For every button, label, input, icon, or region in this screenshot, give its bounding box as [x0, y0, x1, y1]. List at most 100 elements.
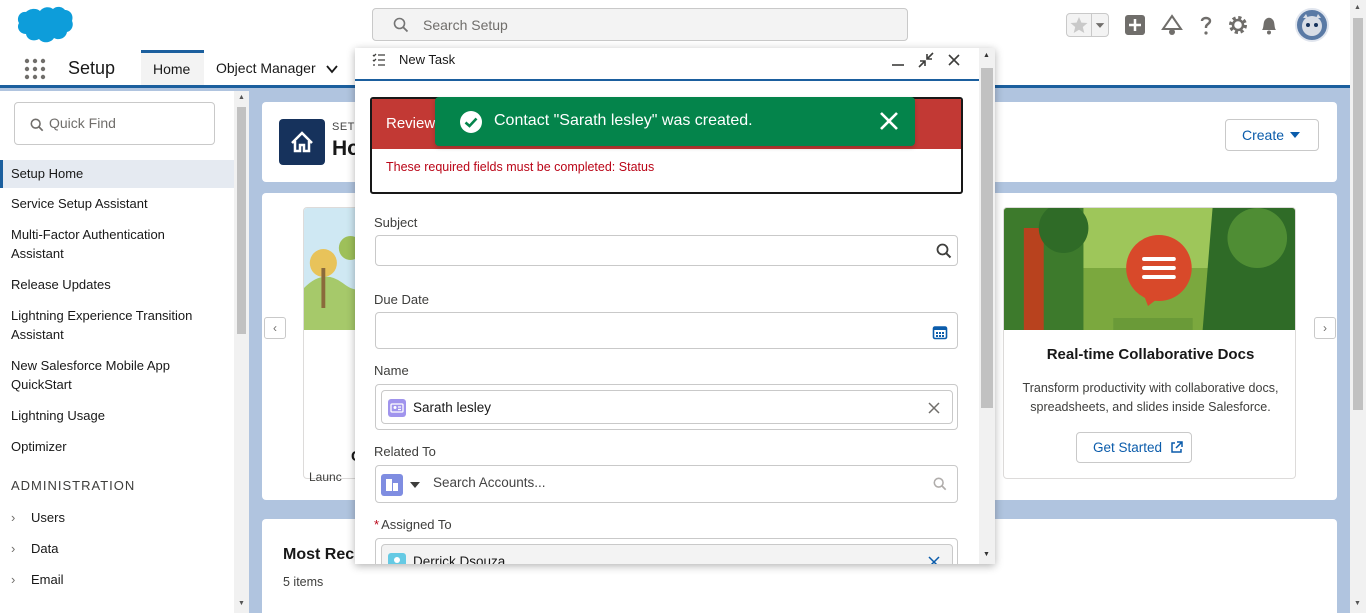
- star-icon[interactable]: [1069, 16, 1089, 34]
- tree-item-data[interactable]: › Data: [11, 541, 58, 556]
- assigned-to-label-text: Assigned To: [381, 517, 452, 532]
- chevron-down-icon[interactable]: [325, 62, 339, 76]
- assigned-to-pill[interactable]: Derrick Dsouza: [381, 544, 953, 564]
- page-scrollbar[interactable]: ▲ ▼: [1350, 0, 1366, 613]
- subject-field[interactable]: [375, 235, 958, 266]
- sidebar-item-optimizer[interactable]: Optimizer: [0, 437, 234, 456]
- gear-icon[interactable]: [1226, 13, 1250, 37]
- name-label: Name: [374, 363, 409, 378]
- search-icon: [933, 477, 947, 491]
- sidebar-item-service-setup-assistant[interactable]: Service Setup Assistant: [0, 194, 234, 213]
- chevron-right-icon: ›: [11, 572, 16, 587]
- tab-home[interactable]: Home: [141, 50, 204, 85]
- error-header-label: Review: [386, 115, 436, 132]
- avatar-icon: [1302, 14, 1322, 36]
- left-card-text: Launc: [309, 470, 342, 484]
- add-icon[interactable]: [1123, 13, 1147, 37]
- name-pill[interactable]: Sarath lesley: [381, 390, 953, 424]
- name-field[interactable]: Sarath lesley: [375, 384, 958, 430]
- card-title: Real-time Collaborative Docs: [1046, 346, 1255, 363]
- create-button-label: Create: [1242, 127, 1285, 143]
- assigned-to-label: * Assigned To: [374, 517, 452, 532]
- related-to-input[interactable]: [433, 475, 913, 490]
- calendar-icon[interactable]: [932, 324, 948, 340]
- help-icon[interactable]: [1194, 13, 1218, 37]
- scroll-down-icon[interactable]: ▼: [1354, 600, 1361, 607]
- collapse-icon[interactable]: [918, 52, 934, 68]
- user-avatar[interactable]: [1295, 8, 1329, 42]
- administration-heading: ADMINISTRATION: [11, 478, 136, 493]
- quick-find[interactable]: [14, 102, 215, 145]
- tree-item-label: Email: [31, 572, 64, 587]
- sidebar-item-lightning-usage[interactable]: Lightning Usage: [0, 406, 234, 425]
- setup-sidebar: Setup Home Service Setup Assistant Multi…: [0, 91, 249, 613]
- search-icon: [30, 118, 44, 132]
- tree-item-email[interactable]: › Email: [11, 572, 64, 587]
- bell-icon[interactable]: [1257, 13, 1281, 37]
- sidebar-item-lex-transition-assistant[interactable]: Lightning Experience Transition Assistan…: [0, 306, 215, 344]
- modal-scrollbar[interactable]: ▲ ▼: [979, 48, 995, 564]
- recent-count: 5 items: [283, 575, 324, 589]
- setup-search[interactable]: [372, 8, 908, 41]
- page-scroll-thumb[interactable]: [1353, 18, 1363, 410]
- close-icon[interactable]: [946, 52, 962, 68]
- assigned-to-value: Derrick Dsouza: [413, 554, 506, 564]
- assigned-to-field[interactable]: Derrick Dsouza: [375, 538, 958, 564]
- app-name: Setup: [68, 58, 116, 78]
- quick-find-input[interactable]: [49, 115, 199, 131]
- sidebar-scroll-thumb[interactable]: [237, 107, 246, 334]
- setup-search-input[interactable]: [423, 15, 883, 35]
- sidebar-item-release-updates[interactable]: Release Updates: [0, 275, 234, 294]
- tree-item-users[interactable]: › Users: [11, 510, 65, 525]
- related-to-label: Related To: [374, 444, 436, 459]
- global-header: [0, 0, 1350, 50]
- favorites-dropdown-icon[interactable]: [1091, 14, 1108, 36]
- get-started-label: Get Started: [1093, 440, 1163, 455]
- error-message: These required fields must be completed:…: [386, 160, 655, 174]
- account-icon[interactable]: [381, 474, 403, 496]
- scroll-up-icon[interactable]: ▲: [1354, 4, 1361, 11]
- success-toast: Contact "Sarath lesley" was created.: [435, 97, 915, 146]
- sidebar-item-setup-home[interactable]: Setup Home: [0, 160, 234, 188]
- related-to-field[interactable]: [375, 465, 958, 503]
- modal-scroll-thumb[interactable]: [981, 68, 993, 408]
- trailhead-icon[interactable]: [1160, 13, 1184, 37]
- external-link-icon: [1171, 441, 1183, 453]
- remove-icon[interactable]: [928, 402, 940, 414]
- scroll-down-icon[interactable]: ▼: [983, 551, 990, 558]
- minimize-icon[interactable]: [890, 52, 906, 68]
- scroll-up-icon[interactable]: ▲: [238, 94, 245, 101]
- chevron-right-icon: ›: [11, 510, 16, 525]
- toast-message: Contact "Sarath lesley" was created.: [494, 112, 753, 129]
- due-date-field[interactable]: [375, 312, 958, 349]
- tree-item-label: Data: [31, 541, 59, 556]
- sidebar-item-mfa-assistant[interactable]: Multi-Factor Authentication Assistant: [0, 225, 200, 263]
- close-icon[interactable]: [878, 110, 900, 132]
- carousel-prev-button[interactable]: ‹: [264, 317, 286, 339]
- app-launcher-icon[interactable]: [24, 58, 46, 80]
- create-button[interactable]: Create: [1225, 119, 1319, 151]
- success-check-icon: [460, 111, 482, 133]
- get-started-button[interactable]: Get Started: [1076, 432, 1192, 463]
- object-picker-caret-icon[interactable]: [410, 482, 420, 488]
- remove-icon[interactable]: [928, 556, 940, 564]
- task-icon: [372, 53, 385, 66]
- modal-header: New Task: [355, 48, 979, 81]
- sidebar-item-mobile-app-quickstart[interactable]: New Salesforce Mobile App QuickStart: [0, 356, 200, 394]
- tree-item-label: Users: [31, 510, 65, 525]
- user-icon: [388, 553, 406, 564]
- scroll-up-icon[interactable]: ▲: [983, 52, 990, 59]
- required-marker: *: [374, 517, 380, 532]
- search-icon: [936, 243, 952, 259]
- chevron-right-icon: ›: [11, 541, 16, 556]
- subject-label: Subject: [374, 215, 418, 230]
- due-date-label: Due Date: [374, 292, 429, 307]
- tab-object-manager[interactable]: Object Manager: [204, 50, 328, 85]
- salesforce-logo[interactable]: [16, 5, 74, 45]
- modal-title: New Task: [399, 52, 456, 67]
- card-illustration: [1004, 208, 1295, 330]
- carousel-next-button[interactable]: ›: [1314, 317, 1336, 339]
- sidebar-scrollbar[interactable]: ▲ ▼: [234, 91, 249, 613]
- feature-card-collab-docs: Real-time Collaborative Docs Transform p…: [1003, 207, 1296, 479]
- scroll-down-icon[interactable]: ▼: [238, 600, 245, 607]
